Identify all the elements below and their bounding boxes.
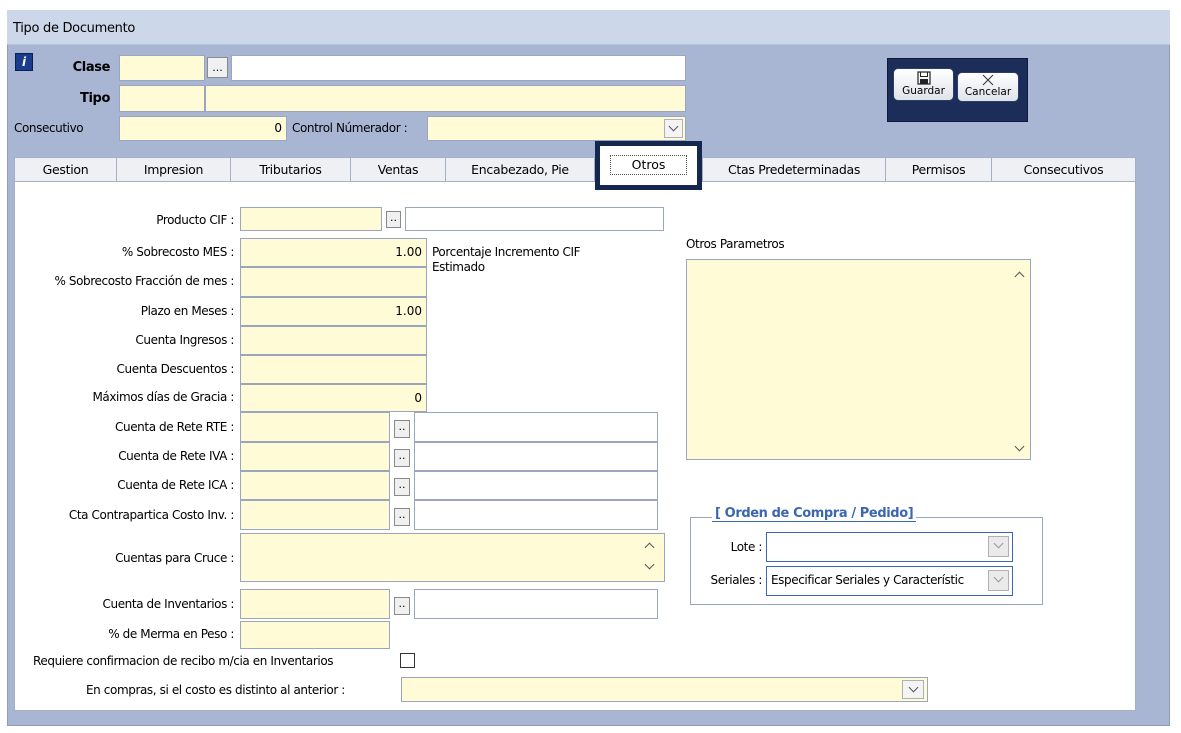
clase-label: Clase (72, 60, 111, 75)
save-button[interactable]: Guardar (893, 68, 954, 101)
compras-costo-label: En compras, si el costo es distinto al a… (86, 683, 345, 697)
sobrecosto-mes-label: % Sobrecosto MES : (121, 245, 235, 259)
tipo-code-field[interactable] (119, 85, 205, 112)
requiere-confirmacion-checkbox[interactable] (400, 653, 415, 668)
cuenta-inventarios-lookup-button[interactable]: .. (394, 597, 410, 615)
rete-iva-field[interactable] (240, 442, 390, 471)
tab-otros[interactable]: Otros (595, 141, 702, 190)
rete-rte-description-field[interactable] (414, 412, 658, 442)
info-icon[interactable]: i (15, 53, 33, 71)
producto-cif-lookup-button[interactable]: .. (386, 211, 401, 228)
cuenta-ingresos-field[interactable] (240, 326, 427, 355)
chevron-down-icon (1014, 441, 1025, 452)
tipo-label: Tipo (80, 91, 110, 106)
producto-cif-description-field[interactable] (405, 207, 664, 231)
porcentaje-note: Porcentaje Incremento CIF Estimado (432, 245, 581, 274)
chevron-up-icon (1014, 271, 1025, 282)
cuentas-cruce-label: Cuentas para Cruce : (115, 551, 234, 565)
rete-ica-lookup-button[interactable]: .. (394, 478, 410, 496)
tipo-description-field[interactable] (205, 85, 686, 112)
cuenta-inventarios-label: Cuenta de Inventarios : (102, 597, 235, 611)
contrapartida-label: Cta Contrapartica Costo Inv. : (68, 508, 235, 522)
producto-cif-label: Producto CIF : (156, 213, 234, 227)
rete-iva-label: Cuenta de Rete IVA : (118, 449, 234, 463)
rete-iva-lookup-button[interactable]: .. (394, 449, 410, 467)
sobrecosto-mes-field[interactable]: 1.00 (240, 238, 427, 267)
contrapartida-description-field[interactable] (414, 500, 658, 530)
tab-gestion[interactable]: Gestion (14, 157, 117, 182)
rete-ica-field[interactable] (240, 471, 390, 500)
seriales-select-value: Especificar Seriales y Característic (771, 573, 964, 587)
chevron-up-icon (644, 542, 655, 553)
window-title: Tipo de Documento (7, 10, 1170, 45)
cuenta-descuentos-field[interactable] (240, 355, 427, 384)
lote-dropdown[interactable] (988, 536, 1009, 557)
tab-permisos[interactable]: Permisos (885, 157, 992, 182)
otros-parametros-scrollbar[interactable] (1010, 262, 1030, 457)
clase-description-field[interactable] (231, 55, 686, 81)
consecutivo-field[interactable]: 0 (119, 116, 287, 141)
sobrecosto-fraccion-field[interactable] (240, 267, 427, 297)
floppy-disk-icon (916, 71, 931, 85)
rete-ica-label: Cuenta de Rete ICA : (117, 478, 234, 492)
rete-rte-lookup-button[interactable]: .. (394, 420, 410, 438)
requiere-confirmacion-label: Requiere confirmacion de recibo m/cia en… (33, 654, 334, 668)
seriales-select[interactable]: Especificar Seriales y Característic (766, 566, 1013, 596)
sobrecosto-fraccion-label: % Sobrecosto Fracción de mes : (54, 274, 234, 288)
lote-select[interactable] (766, 532, 1013, 562)
contrapartida-lookup-button[interactable]: .. (394, 508, 410, 526)
cuenta-descuentos-label: Cuenta Descuentos : (116, 362, 235, 376)
lote-label: Lote : (730, 540, 763, 554)
tab-ventas[interactable]: Ventas (350, 157, 446, 182)
orden-compra-title: [ Orden de Compra / Pedido] (712, 506, 917, 522)
merma-field[interactable] (240, 621, 390, 649)
contrapartida-field[interactable] (240, 500, 390, 530)
compras-costo-dropdown[interactable] (902, 680, 924, 699)
clase-code-field[interactable] (119, 55, 205, 81)
chevron-down-icon (908, 682, 918, 693)
cuenta-ingresos-label: Cuenta Ingresos : (135, 333, 234, 347)
maximos-dias-field[interactable]: 0 (240, 384, 427, 412)
seriales-dropdown[interactable] (988, 570, 1009, 591)
rete-rte-field[interactable] (240, 412, 390, 442)
cancel-button[interactable]: Cancelar (957, 72, 1019, 102)
tab-encabezado-pie[interactable]: Encabezado, Pie (445, 157, 595, 182)
control-numerador-select[interactable] (427, 116, 686, 141)
cuenta-inventarios-field[interactable] (240, 589, 390, 619)
producto-cif-field[interactable] (240, 207, 382, 231)
control-numerador-dropdown[interactable] (664, 119, 683, 138)
tab-otros-label: Otros (610, 155, 687, 175)
cuentas-cruce-textarea[interactable] (240, 533, 665, 582)
control-numerador-label: Control Númerador : (292, 121, 408, 135)
save-button-label: Guardar (902, 85, 945, 97)
chevron-down-icon (668, 121, 679, 132)
chevron-down-icon (993, 572, 1004, 583)
chevron-down-icon (644, 559, 655, 570)
plazo-meses-label: Plazo en Meses : (140, 304, 235, 318)
consecutivo-label: Consecutivo (14, 121, 84, 135)
cuentas-cruce-scrollbar[interactable] (640, 536, 660, 578)
tab-ctas-predeterminadas[interactable]: Ctas Predeterminadas (702, 157, 886, 182)
clase-lookup-button[interactable]: ... (207, 57, 228, 78)
tab-tributarios[interactable]: Tributarios (230, 157, 351, 182)
cuenta-inventarios-description-field[interactable] (414, 589, 658, 619)
plazo-meses-field[interactable]: 1.00 (240, 297, 427, 326)
seriales-label: Seriales : (710, 573, 763, 587)
rete-rte-label: Cuenta de Rete RTE : (115, 420, 234, 434)
tab-impresion[interactable]: Impresion (116, 157, 231, 182)
rete-iva-description-field[interactable] (414, 442, 658, 471)
merma-label: % de Merma en Peso : (108, 627, 234, 641)
maximos-dias-label: Máximos días de Gracia : (92, 390, 234, 404)
compras-costo-select[interactable] (401, 677, 928, 702)
tab-consecutivos[interactable]: Consecutivos (991, 157, 1136, 182)
close-icon (982, 74, 994, 86)
otros-parametros-textarea[interactable] (686, 259, 1031, 460)
cancel-button-label: Cancelar (964, 86, 1012, 98)
rete-ica-description-field[interactable] (414, 471, 658, 500)
chevron-down-icon (993, 538, 1004, 549)
otros-parametros-label: Otros Parametros (686, 237, 785, 251)
